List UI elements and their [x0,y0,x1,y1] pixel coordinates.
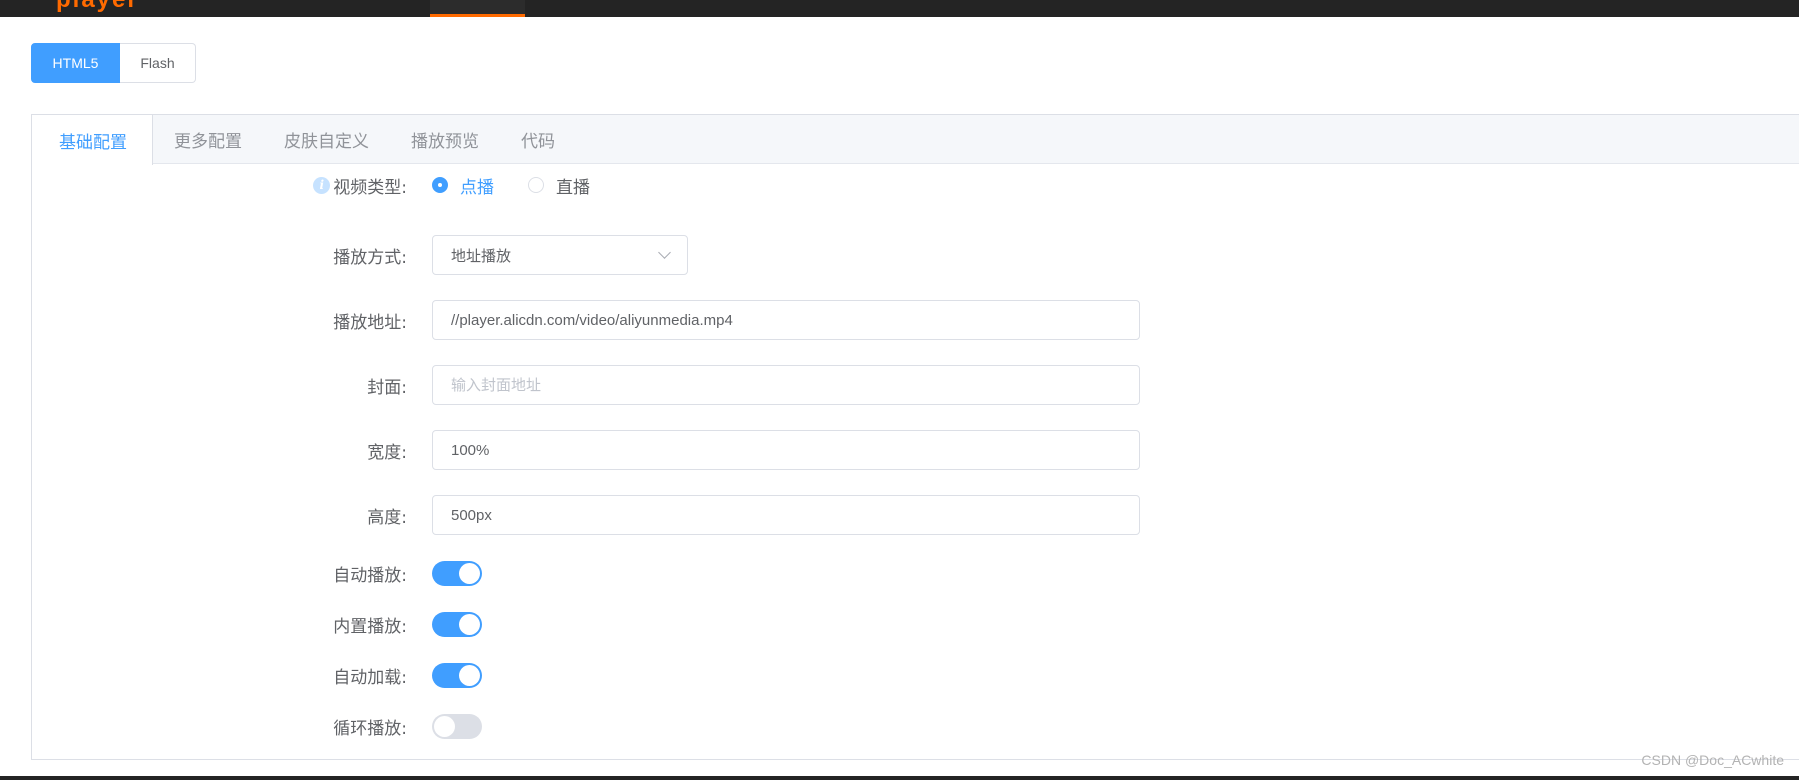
switch-knob [459,664,480,686]
source-row: 播放地址: [32,300,1799,340]
switch-knob [459,562,480,584]
height-input[interactable] [432,495,1140,535]
config-card: 基础配置 更多配置 皮肤自定义 播放预览 代码 i 视频类型: 点播 直播 播放… [31,114,1799,760]
height-row: 高度: [32,495,1799,535]
mode-flash-button[interactable]: Flash [120,43,196,83]
radio-dot-checked [432,177,448,193]
source-label: 播放地址: [333,312,407,333]
chevron-down-icon [658,246,671,259]
video-type-row: i 视频类型: 点播 直播 [32,171,1799,199]
width-row: 宽度: [32,430,1799,470]
tab-skin-custom[interactable]: 皮肤自定义 [263,115,390,164]
autoplay-row: 自动播放: [32,560,1799,586]
switch-knob [434,715,455,737]
inline-row: 内置播放: [32,611,1799,637]
bottom-bar [0,776,1799,780]
top-nav-bar: player [0,0,1799,17]
tab-basic-config[interactable]: 基础配置 [32,115,153,165]
watermark: CSDN @Doc_ACwhite [1641,752,1784,768]
loop-switch[interactable] [432,713,482,739]
width-label: 宽度: [367,442,407,463]
radio-live[interactable]: 直播 [528,173,590,198]
mode-html5-button[interactable]: HTML5 [31,43,120,83]
source-url-input[interactable] [432,300,1140,340]
info-icon[interactable]: i [313,176,331,194]
autoplay-switch[interactable] [432,560,482,586]
loop-row: 循环播放: [32,713,1799,739]
inline-switch[interactable] [432,611,482,637]
tab-more-config[interactable]: 更多配置 [153,115,263,164]
nav-active-item[interactable] [430,0,525,17]
config-tabs: 基础配置 更多配置 皮肤自定义 播放预览 代码 [32,115,1799,165]
inline-label: 内置播放: [333,616,407,637]
cover-label: 封面: [367,377,407,398]
width-input[interactable] [432,430,1140,470]
loop-label: 循环播放: [333,718,407,739]
player-mode-switch: HTML5 Flash [31,43,196,83]
preload-switch[interactable] [432,662,482,688]
play-mode-label: 播放方式: [333,247,407,268]
video-type-label: 视频类型: [333,177,407,198]
autoplay-label: 自动播放: [333,565,407,586]
tab-play-preview[interactable]: 播放预览 [390,115,500,164]
logo[interactable]: player [56,0,139,14]
play-mode-value: 地址播放 [451,246,512,265]
tab-code[interactable]: 代码 [500,115,576,164]
cover-row: 封面: [32,365,1799,405]
radio-dot [528,177,544,193]
play-mode-row: 播放方式: 地址播放 [32,235,1799,275]
switch-knob [459,613,480,635]
preload-label: 自动加载: [333,667,407,688]
video-type-radio-group: 点播 直播 [432,173,624,198]
play-mode-select[interactable]: 地址播放 [432,235,688,275]
cover-url-input[interactable] [432,365,1140,405]
radio-vod[interactable]: 点播 [432,173,494,198]
preload-row: 自动加载: [32,662,1799,688]
height-label: 高度: [367,507,407,528]
